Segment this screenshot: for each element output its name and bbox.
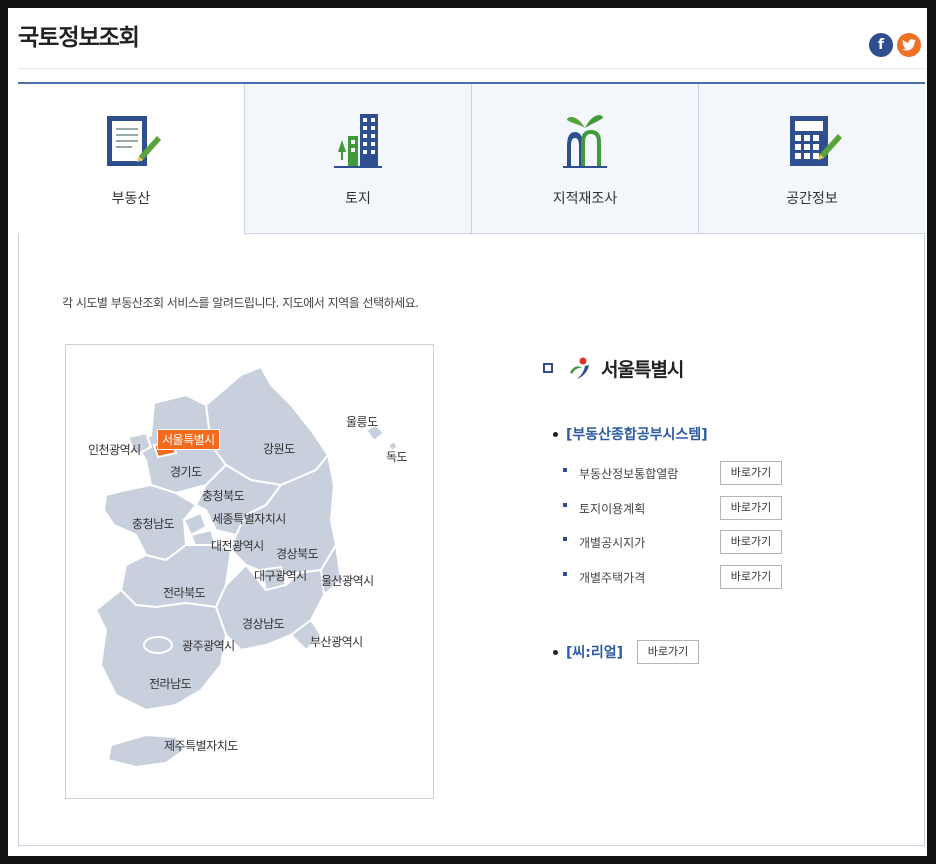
category-tabs: 부동산 토지 지적재조사 공간정보 xyxy=(18,82,925,234)
sprout-building-icon xyxy=(553,110,617,174)
map-label-daegu[interactable]: 대구광역시 xyxy=(254,567,307,584)
list-item: 개별주택가격 바로가기 xyxy=(563,564,803,590)
tab-label: 부동산 xyxy=(111,191,151,207)
map-label-gyeonggi[interactable]: 경기도 xyxy=(170,463,202,480)
group-title: [씨:리얼] xyxy=(553,642,637,662)
twitter-icon[interactable] xyxy=(897,33,921,57)
list-item: 토지이용계획 바로가기 xyxy=(563,495,803,521)
map-label-chungnam[interactable]: 충청남도 xyxy=(132,515,175,532)
map-label-jeonnam[interactable]: 전라남도 xyxy=(149,675,192,692)
group-title-text[interactable]: [부동산종합공부시스템] xyxy=(566,424,708,444)
square-bullet-icon xyxy=(543,363,553,373)
map-label-seoul[interactable]: 서울특별시 xyxy=(157,429,220,450)
map-label-dokdo[interactable]: 독도 xyxy=(386,448,408,465)
header-divider xyxy=(18,68,925,69)
map-label-daejeon[interactable]: 대전광역시 xyxy=(211,537,264,554)
social-buttons: f xyxy=(869,33,921,57)
group-sireal: [씨:리얼] 바로가기 xyxy=(553,640,699,664)
goto-button[interactable]: 바로가기 xyxy=(720,461,782,485)
buildings-icon xyxy=(326,110,390,174)
selected-region-name: 서울특별시 xyxy=(601,358,684,381)
bullet-icon xyxy=(553,649,558,655)
region-header: 서울특별시 xyxy=(543,350,903,386)
bullet-icon xyxy=(563,572,567,576)
map-label-jeju[interactable]: 제주특별자치도 xyxy=(164,737,238,754)
bullet-icon xyxy=(563,468,567,472)
goto-button[interactable]: 바로가기 xyxy=(720,496,782,520)
calculator-pen-icon xyxy=(780,110,844,174)
list-item-label: 부동산정보통합열람 xyxy=(579,466,679,481)
facebook-icon[interactable]: f xyxy=(869,33,893,57)
map-label-sejong[interactable]: 세종특별자치시 xyxy=(212,510,286,527)
page-window: 국토정보조회 f 부동산 토지 지적재조사 공간정보 각 시도별 부동산조회 서… xyxy=(8,8,927,856)
map-label-ulsan[interactable]: 울산광역시 xyxy=(321,572,374,589)
list-item-label: 개별주택가격 xyxy=(579,570,646,585)
map-label-gyeongnam[interactable]: 경상남도 xyxy=(242,615,285,632)
page-title: 국토정보조회 xyxy=(18,25,140,51)
bullet-icon xyxy=(563,503,567,507)
map-label-gyeongbuk[interactable]: 경상북도 xyxy=(276,545,319,562)
map-label-ulleung[interactable]: 울릉도 xyxy=(346,413,378,430)
bullet-icon xyxy=(553,431,558,437)
goto-button[interactable]: 바로가기 xyxy=(637,640,699,664)
goto-button[interactable]: 바로가기 xyxy=(720,530,782,554)
korea-map: 서울특별시 인천광역시 경기도 강원도 울릉도 독도 충청북도 충청남도 세종특… xyxy=(65,344,434,799)
tab-label: 지적재조사 xyxy=(552,191,618,207)
tab-label: 공간정보 xyxy=(786,191,838,207)
map-label-chungbuk[interactable]: 충청북도 xyxy=(202,487,245,504)
document-pen-icon xyxy=(99,110,163,174)
group-title: [부동산종합공부시스템] xyxy=(553,424,708,444)
seoul-logo-icon xyxy=(567,355,593,381)
group-real-estate-system: [부동산종합공부시스템] xyxy=(553,424,708,444)
list-item: 부동산정보통합열람 바로가기 xyxy=(563,460,803,486)
map-label-busan[interactable]: 부산광역시 xyxy=(310,633,363,650)
map-label-jeonbuk[interactable]: 전라북도 xyxy=(163,584,206,601)
tab-land[interactable]: 토지 xyxy=(244,84,471,234)
tab-cadastral-resurvey[interactable]: 지적재조사 xyxy=(471,84,698,234)
map-label-incheon[interactable]: 인천광역시 xyxy=(88,441,141,458)
bullet-icon xyxy=(563,537,567,541)
group-title-text[interactable]: [씨:리얼] xyxy=(566,642,623,662)
description-text: 각 시도별 부동산조회 서비스를 알려드립니다. 지도에서 지역을 선택하세요. xyxy=(62,296,419,310)
map-label-gangwon[interactable]: 강원도 xyxy=(263,440,295,457)
tab-real-estate[interactable]: 부동산 xyxy=(18,84,244,234)
goto-button[interactable]: 바로가기 xyxy=(720,565,782,589)
region-info-panel: 서울특별시 [부동산종합공부시스템] 부동산정보통합열람 바로가기 토지이용계획… xyxy=(543,350,903,664)
list-item-label: 토지이용계획 xyxy=(579,501,646,516)
map-label-gwangju[interactable]: 광주광역시 xyxy=(182,637,235,654)
tab-spatial-info[interactable]: 공간정보 xyxy=(698,84,925,234)
list-item: 개별공시지가 바로가기 xyxy=(563,529,803,555)
list-item-label: 개별공시지가 xyxy=(579,535,646,550)
tab-label: 토지 xyxy=(345,191,371,207)
map-region-gwangju xyxy=(143,636,173,654)
